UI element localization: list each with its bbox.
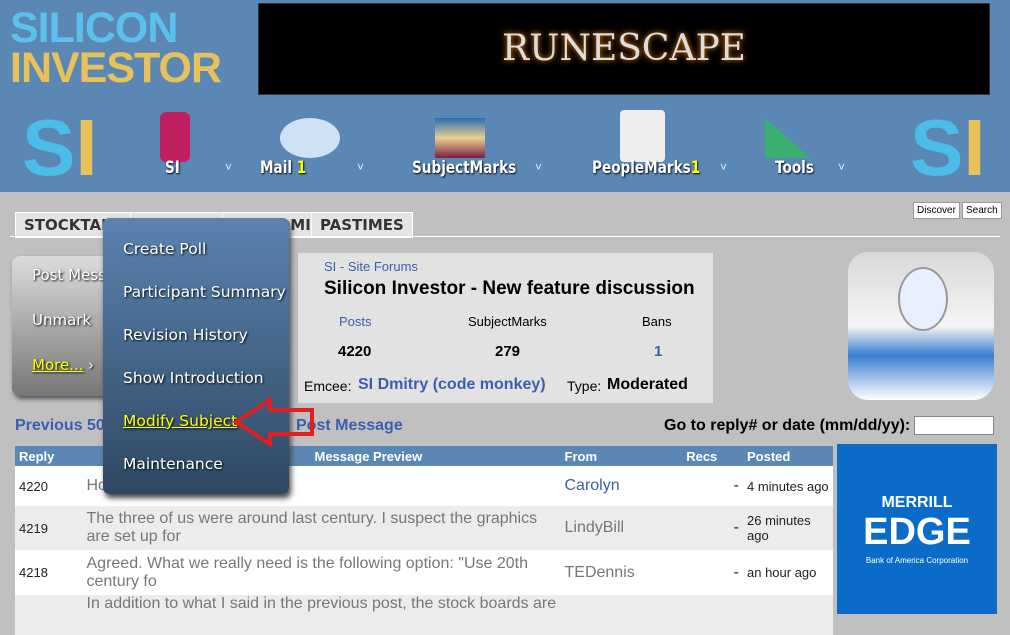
subject-info-box: SI - Site Forums Silicon Investor - New … bbox=[298, 253, 713, 403]
author-link: Carolyn bbox=[564, 477, 620, 494]
table-row[interactable]: 4219 The three of us were around last cen… bbox=[15, 506, 833, 550]
col-posted: Posted bbox=[743, 446, 833, 466]
previous-50-link[interactable]: Previous 50 bbox=[15, 417, 105, 435]
red-arrow-annotation bbox=[232, 396, 314, 448]
right-ad-banner[interactable]: MERRILL EDGE Bank of America Corporation bbox=[837, 444, 997, 614]
menu-show-introduction[interactable]: Show Introduction bbox=[123, 369, 264, 387]
table-row[interactable]: 4218 Agreed. What we really need is the f… bbox=[15, 550, 833, 595]
col-from: From bbox=[560, 446, 683, 466]
author-link: LindyBill bbox=[564, 519, 625, 536]
forum-link[interactable]: SI - Site Forums bbox=[324, 259, 418, 274]
goto-label: Go to reply# or date (mm/dd/yy): bbox=[664, 417, 911, 434]
si-logo-right: SI bbox=[910, 103, 986, 192]
goto-input[interactable] bbox=[914, 416, 994, 435]
menu-revision-history[interactable]: Revision History bbox=[123, 326, 248, 344]
subject-title: Silicon Investor - New feature discussio… bbox=[324, 278, 695, 299]
col-recs: Recs bbox=[682, 446, 743, 466]
logo-line2[interactable]: INVESTOR bbox=[10, 47, 222, 90]
mail-dove-icon[interactable] bbox=[280, 118, 340, 158]
menu-participant-summary[interactable]: Participant Summary bbox=[123, 283, 286, 301]
bans-label: Bans bbox=[642, 314, 672, 329]
emcee-label: Emcee: bbox=[304, 378, 352, 394]
more-dropdown-menu: Create Poll Participant Summary Revision… bbox=[103, 218, 289, 494]
menu-maintenance[interactable]: Maintenance bbox=[123, 455, 223, 473]
menu-create-poll[interactable]: Create Poll bbox=[123, 240, 206, 258]
si-logo-left: SI bbox=[22, 103, 98, 192]
table-row[interactable]: In addition to what I said in the previo… bbox=[15, 595, 833, 635]
nav-tools[interactable]: Tools bbox=[775, 158, 814, 178]
chevron-right-icon: › bbox=[88, 356, 94, 374]
author-link: TEDennis bbox=[564, 563, 635, 581]
tab-pastimes[interactable]: PASTIMES bbox=[311, 212, 413, 238]
type-value: Moderated bbox=[607, 376, 688, 393]
books-icon[interactable] bbox=[435, 118, 485, 158]
nav-si[interactable]: SI bbox=[165, 158, 180, 178]
nav-peoplemarks[interactable]: PeopleMarks1 bbox=[592, 158, 700, 178]
chevron-down-icon[interactable]: ˅ bbox=[838, 160, 845, 174]
top-ad-banner[interactable]: RUNESCAPE bbox=[258, 3, 990, 95]
discover-button[interactable]: Discover bbox=[913, 202, 960, 219]
logo-line1[interactable]: SILICON bbox=[10, 7, 178, 50]
ad-text: RUNESCAPE bbox=[502, 28, 746, 69]
search-button[interactable]: Search bbox=[962, 202, 1002, 219]
si-person-icon[interactable] bbox=[160, 112, 190, 162]
bans-count[interactable]: 1 bbox=[654, 343, 662, 360]
posts-label: Posts bbox=[339, 314, 372, 329]
menu-modify-subject[interactable]: Modify Subject bbox=[123, 412, 237, 430]
emcee-link[interactable]: SI Dmitry (code monkey) bbox=[358, 376, 546, 394]
nav-subjectmarks[interactable]: SubjectMarks bbox=[412, 158, 516, 178]
lightbulb-icon bbox=[848, 252, 994, 400]
more-link[interactable]: More... bbox=[32, 356, 84, 374]
chevron-down-icon[interactable]: ˅ bbox=[357, 160, 364, 174]
people-icon[interactable] bbox=[620, 110, 665, 162]
type-label: Type: bbox=[567, 378, 602, 394]
chevron-down-icon[interactable]: ˅ bbox=[535, 160, 542, 174]
chevron-down-icon[interactable]: ˅ bbox=[720, 160, 727, 174]
nav-mail[interactable]: Mail 1 bbox=[260, 158, 306, 178]
subjectmarks-label: SubjectMarks bbox=[468, 314, 547, 329]
subjectmarks-count: 279 bbox=[495, 343, 521, 360]
unmark-link[interactable]: Unmark bbox=[32, 311, 91, 329]
posts-count: 4220 bbox=[338, 343, 372, 360]
chevron-down-icon[interactable]: ˅ bbox=[225, 160, 232, 174]
col-reply: Reply bbox=[15, 446, 83, 466]
